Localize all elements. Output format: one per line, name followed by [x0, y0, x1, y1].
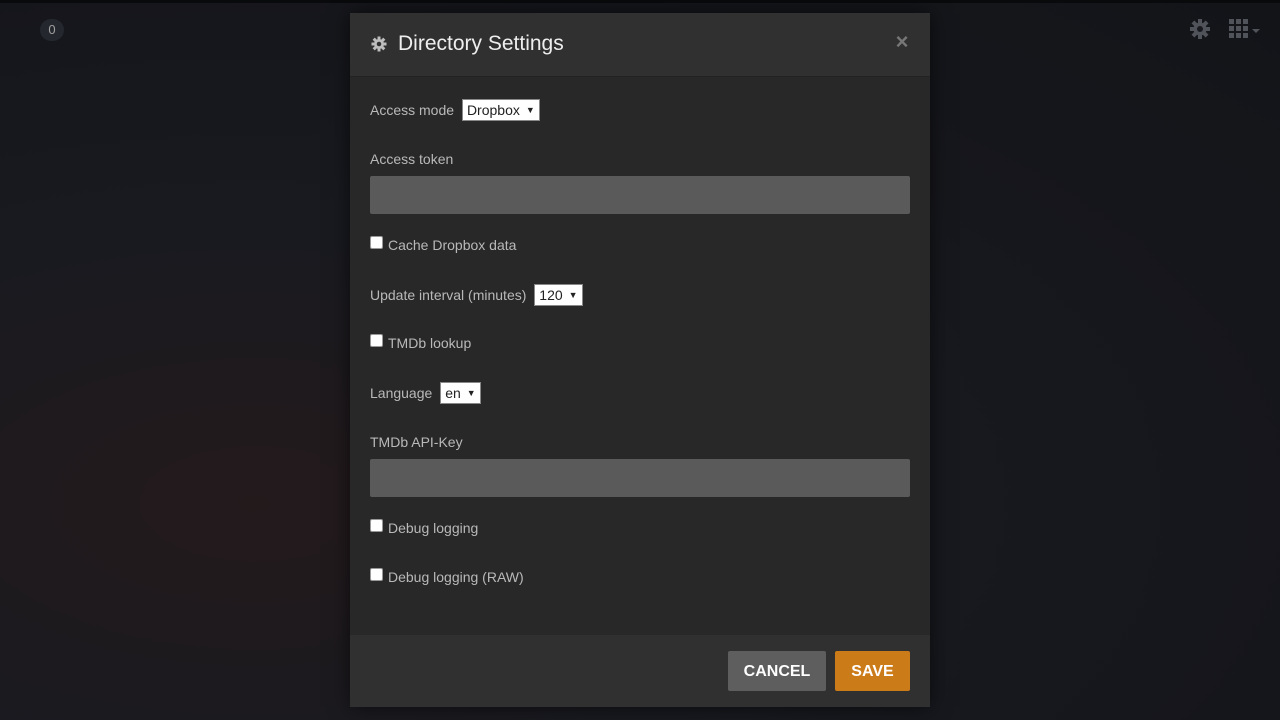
debug-logging-raw-row: Debug logging (RAW): [370, 567, 524, 587]
cache-dropbox-checkbox[interactable]: [370, 235, 383, 249]
debug-logging-label: Debug logging: [388, 520, 479, 536]
update-interval-row: Update interval (minutes) 120 ▼: [370, 284, 583, 306]
access-token-label: Access token: [370, 151, 454, 167]
modal-footer: CANCEL SAVE: [350, 635, 930, 707]
update-interval-label: Update interval (minutes): [370, 287, 527, 303]
tmdb-api-key-input[interactable]: [370, 459, 910, 497]
gear-icon: [370, 35, 388, 53]
debug-logging-row: Debug logging: [370, 518, 478, 538]
tmdb-lookup-checkbox[interactable]: [370, 333, 383, 347]
tmdb-lookup-label: TMDb lookup: [388, 335, 472, 351]
cache-dropbox-label: Cache Dropbox data: [388, 237, 517, 253]
tmdb-lookup-row: TMDb lookup: [370, 333, 471, 353]
update-interval-value: 120: [539, 287, 563, 303]
access-token-input[interactable]: [370, 176, 910, 214]
dropdown-arrow-icon: ▼: [466, 388, 476, 398]
debug-logging-checkbox[interactable]: [370, 518, 383, 532]
tmdb-api-key-label: TMDb API-Key: [370, 434, 463, 450]
language-value: en: [445, 385, 461, 401]
directory-settings-dialog: Directory Settings × Access mode Dropbox…: [350, 13, 930, 707]
cache-dropbox-row: Cache Dropbox data: [370, 235, 516, 255]
modal-header: Directory Settings ×: [350, 13, 930, 77]
access-mode-select[interactable]: Dropbox ▼: [461, 99, 540, 121]
cancel-button[interactable]: CANCEL: [728, 651, 826, 691]
access-mode-value: Dropbox: [466, 102, 520, 118]
close-icon[interactable]: ×: [892, 31, 912, 53]
modal-title: Directory Settings: [398, 32, 564, 55]
update-interval-select[interactable]: 120 ▼: [534, 284, 583, 306]
debug-logging-raw-checkbox[interactable]: [370, 567, 383, 581]
access-mode-row: Access mode Dropbox ▼: [370, 99, 540, 121]
language-select[interactable]: en ▼: [440, 382, 481, 404]
language-label: Language: [370, 385, 433, 401]
language-row: Language en ▼: [370, 382, 481, 404]
dropdown-arrow-icon: ▼: [525, 105, 535, 115]
dropdown-arrow-icon: ▼: [568, 290, 578, 300]
access-mode-label: Access mode: [370, 102, 455, 118]
save-button[interactable]: SAVE: [835, 651, 910, 691]
debug-logging-raw-label: Debug logging (RAW): [388, 569, 524, 585]
